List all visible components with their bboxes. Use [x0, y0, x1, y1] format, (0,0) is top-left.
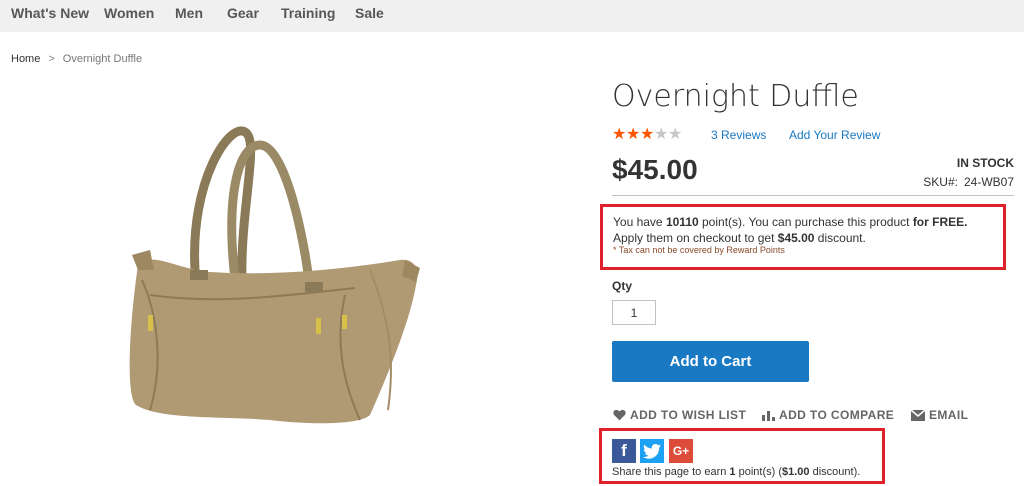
star-icon: ★ [668, 126, 683, 143]
star-icon: ★ [654, 126, 669, 143]
rating-stars: ★ ★ ★ ★ ★ [612, 126, 692, 144]
star-icon: ★ [626, 126, 641, 143]
star-icon: ★ [612, 126, 627, 143]
nav-item-women[interactable]: Women [104, 5, 154, 21]
qty-input[interactable] [612, 300, 656, 325]
add-to-compare-link[interactable]: ADD TO COMPARE [762, 408, 894, 422]
envelope-icon [910, 409, 926, 421]
bar-chart-icon [762, 411, 775, 421]
nav-item-training[interactable]: Training [281, 5, 335, 21]
google-plus-icon[interactable]: G+ [669, 439, 693, 463]
sku-value: 24-WB07 [963, 175, 1014, 189]
sku-label: SKU#: [923, 175, 958, 189]
nav-item-men[interactable]: Men [175, 5, 203, 21]
add-to-cart-button[interactable]: Add to Cart [612, 341, 809, 382]
product-title: Overnight Duffle [612, 79, 859, 114]
share-discount: $1.00 [782, 466, 810, 478]
breadcrumb: Home > Overnight Duffle [11, 53, 142, 65]
reward-tax-note: * Tax can not be covered by Reward Point… [613, 245, 785, 255]
compare-label: ADD TO COMPARE [779, 408, 895, 422]
email-link[interactable]: EMAIL [910, 408, 969, 422]
nav-item-gear[interactable]: Gear [227, 5, 259, 21]
reward-points-box: You have 10110 point(s). You can purchas… [600, 204, 1006, 270]
reward-discount: $45.00 [777, 231, 815, 245]
add-review-link[interactable]: Add Your Review [789, 128, 880, 142]
twitter-icon[interactable] [640, 439, 664, 463]
top-navigation: What's New Women Men Gear Training Sale [0, 0, 1024, 32]
share-reward-message: Share this page to earn 1 point(s) ($1.0… [612, 466, 861, 478]
product-image[interactable] [120, 120, 440, 440]
wishlist-label: ADD TO WISH LIST [630, 408, 747, 422]
breadcrumb-current: Overnight Duffle [62, 53, 143, 65]
star-icon: ★ [640, 126, 655, 143]
reward-points-message: You have 10110 point(s). You can purchas… [613, 215, 968, 245]
breadcrumb-separator: > [48, 53, 55, 65]
reviews-link[interactable]: 3 Reviews [711, 128, 766, 142]
reward-free-label: for FREE. [912, 215, 968, 229]
nav-item-sale[interactable]: Sale [355, 5, 384, 21]
facebook-icon[interactable]: f [612, 439, 636, 463]
qty-label: Qty [612, 279, 633, 293]
twitter-bird-icon [643, 444, 661, 459]
nav-item-whats-new[interactable]: What's New [11, 5, 89, 21]
breadcrumb-home-link[interactable]: Home [11, 53, 40, 65]
heart-icon [613, 409, 626, 421]
sku: SKU#: 24-WB07 [923, 175, 1014, 189]
reward-points-count: 10110 [665, 215, 699, 229]
share-reward-box: f G+ Share this page to earn 1 point(s) … [599, 428, 885, 484]
duffle-bag-image [129, 126, 420, 424]
divider [612, 195, 1014, 196]
email-label: EMAIL [929, 408, 969, 422]
product-price: $45.00 [612, 154, 698, 185]
stock-status: IN STOCK [956, 156, 1014, 170]
add-to-wishlist-link[interactable]: ADD TO WISH LIST [613, 408, 746, 422]
